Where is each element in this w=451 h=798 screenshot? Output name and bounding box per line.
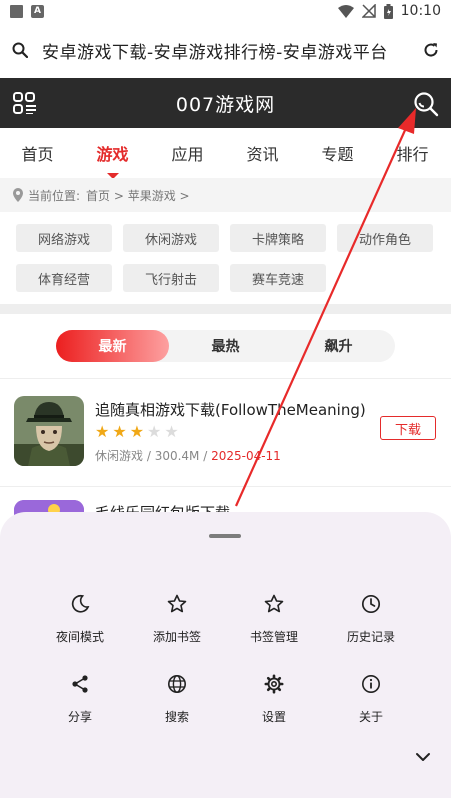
menu-search[interactable]: 搜索	[127, 672, 227, 725]
tab-apps[interactable]: 应用	[150, 141, 225, 165]
battery-icon	[383, 3, 393, 19]
category-nav: 首页 游戏 应用 资讯 专题 排行	[0, 128, 451, 178]
tab-games[interactable]: 游戏	[75, 141, 150, 165]
menu-settings[interactable]: 设置	[224, 672, 324, 725]
menu-label: 搜索	[164, 710, 189, 724]
star-icon: ★	[164, 422, 179, 441]
menu-about[interactable]: 关于	[321, 672, 421, 725]
app-category: 休闲游戏	[95, 449, 144, 463]
menu-label: 书签管理	[249, 630, 298, 644]
filter-sports-management[interactable]: 体育经营	[16, 264, 112, 292]
filter-action-rpg[interactable]: 动作角色	[337, 224, 433, 252]
sort-segment: 最新 最热 飙升	[56, 330, 395, 362]
star-icon: ★	[112, 422, 127, 441]
list-divider	[0, 486, 451, 487]
tab-news[interactable]: 资讯	[225, 141, 300, 165]
url-title[interactable]: 安卓游戏下载-安卓游戏排行榜-安卓游戏平台	[42, 38, 409, 63]
share-icon	[68, 672, 92, 696]
site-header: 007游戏网	[0, 78, 451, 128]
status-time: 10:10	[400, 3, 441, 19]
menu-bookmark-manager[interactable]: 书签管理	[224, 592, 324, 645]
menu-night-mode[interactable]: 夜间模式	[30, 592, 130, 645]
menu-history[interactable]: 历史记录	[321, 592, 421, 645]
star-icon	[165, 592, 189, 616]
menu-label: 添加书签	[152, 630, 201, 644]
info-icon	[359, 672, 383, 696]
chevron-down-icon[interactable]	[415, 752, 431, 762]
sort-hottest[interactable]: 最热	[169, 330, 282, 362]
sheet-drag-handle[interactable]	[209, 534, 241, 538]
moon-icon	[68, 592, 92, 616]
location-pin-icon	[13, 188, 23, 202]
menu-grid-icon[interactable]	[13, 92, 37, 114]
menu-label: 历史记录	[346, 630, 395, 644]
star-icon: ★	[147, 422, 162, 441]
menu-share[interactable]: 分享	[30, 672, 130, 725]
filter-flight-shooting[interactable]: 飞行射击	[123, 264, 219, 292]
section-divider	[0, 304, 451, 314]
status-bar: A 10:10	[0, 0, 451, 22]
menu-add-bookmark[interactable]: 添加书签	[127, 592, 227, 645]
menu-label: 分享	[67, 710, 92, 724]
star-icon: ★	[129, 422, 145, 441]
star-icon: ★	[95, 422, 110, 441]
refresh-icon[interactable]	[423, 42, 439, 58]
sort-rising[interactable]: 飙升	[282, 330, 395, 362]
menu-label: 关于	[358, 710, 383, 724]
app-meta: 休闲游戏 / 300.4M / 2025-04-11	[95, 449, 281, 463]
filter-card-strategy[interactable]: 卡牌策略	[230, 224, 326, 252]
browser-menu-sheet: 夜间模式 添加书签 书签管理 历史记录 分享 搜索 设置 关于	[0, 512, 451, 798]
filter-network-games[interactable]: 网络游戏	[16, 224, 112, 252]
app-size: 300.4M	[154, 449, 200, 463]
app-list-item[interactable]: 追随真相游戏下载(FollowTheMeaning) ★ ★ ★ ★ ★ 休闲游…	[0, 380, 451, 486]
app-badge-icon: A	[31, 4, 44, 18]
gear-icon	[262, 672, 286, 696]
menu-label: 设置	[261, 710, 286, 724]
tab-home[interactable]: 首页	[0, 141, 75, 165]
tab-ranking[interactable]: 排行	[375, 141, 450, 165]
globe-icon	[165, 672, 189, 696]
wifi-icon	[337, 4, 354, 18]
app-date: 2025-04-11	[211, 449, 281, 463]
app-name[interactable]: 追随真相游戏下载(FollowTheMeaning)	[95, 399, 366, 420]
star-icon	[262, 592, 286, 616]
site-search-icon[interactable]	[413, 91, 439, 117]
sort-newest[interactable]: 最新	[56, 330, 169, 362]
genre-filters: 网络游戏 休闲游戏 卡牌策略 动作角色 体育经营 飞行射击 赛车竞速	[0, 212, 451, 304]
breadcrumb-label: 当前位置:	[28, 188, 81, 203]
download-button[interactable]: 下载	[380, 416, 436, 440]
filter-casual-games[interactable]: 休闲游戏	[123, 224, 219, 252]
menu-label: 夜间模式	[55, 630, 104, 644]
search-icon[interactable]	[12, 42, 28, 58]
breadcrumb-path[interactable]: 首页 > 苹果游戏 >	[86, 187, 190, 204]
rating-stars: ★ ★ ★ ★ ★	[95, 424, 179, 440]
app-icon[interactable]	[14, 396, 84, 466]
breadcrumb: 当前位置: 首页 > 苹果游戏 >	[0, 178, 451, 212]
site-title: 007游戏网	[175, 93, 276, 116]
list-divider	[0, 378, 451, 379]
browser-url-bar[interactable]: 安卓游戏下载-安卓游戏排行榜-安卓游戏平台	[0, 22, 451, 78]
notification-square-icon	[10, 4, 23, 18]
tab-topics[interactable]: 专题	[300, 141, 375, 165]
filter-racing[interactable]: 赛车竞速	[230, 264, 326, 292]
no-signal-icon	[361, 4, 376, 18]
clock-icon	[359, 592, 383, 616]
